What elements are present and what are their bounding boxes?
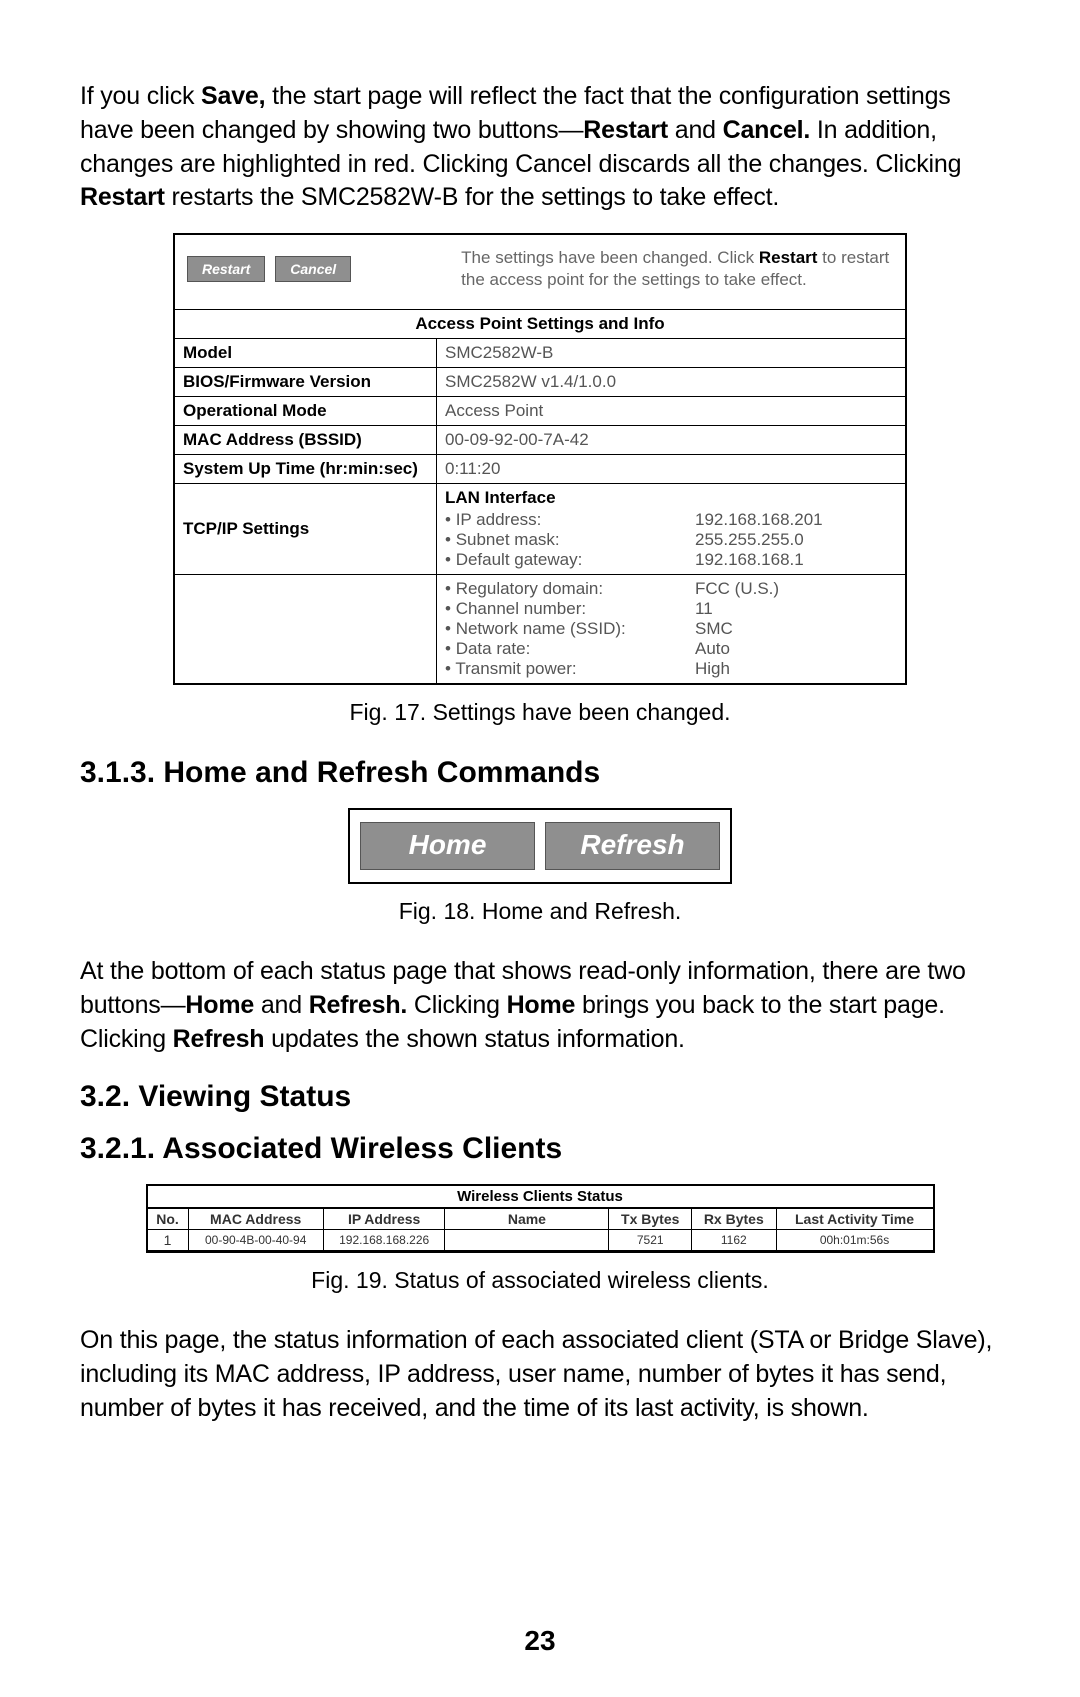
save-word: Save, xyxy=(201,82,265,110)
kv-val: 11 xyxy=(695,599,713,619)
kv-key: Subnet mask: xyxy=(445,530,695,550)
intro-paragraph: If you click Save, the start page will r… xyxy=(80,80,1000,215)
kv-key: Transmit power: xyxy=(445,659,695,679)
row-val: 0:11:20 xyxy=(437,455,906,484)
kv-key: Regulatory domain: xyxy=(445,579,695,599)
text: updates the shown status information. xyxy=(264,1025,684,1053)
row-key: BIOS/Firmware Version xyxy=(175,368,437,397)
kv-val: Auto xyxy=(695,639,730,659)
restart-word: Restart xyxy=(759,248,818,267)
refresh-word: Refresh xyxy=(173,1025,265,1053)
cell: 00-90-4B-00-40-94 xyxy=(188,1230,323,1251)
restart-word: Restart xyxy=(583,116,668,144)
cancel-button[interactable]: Cancel xyxy=(275,256,351,282)
heading-3-2-1: 3.2.1. Associated Wireless Clients xyxy=(80,1132,1000,1166)
kv-val: 255.255.255.0 xyxy=(695,530,804,550)
figure-18: Home Refresh xyxy=(348,808,732,884)
col-mac: MAC Address xyxy=(188,1209,323,1230)
row-val: SMC2582W v1.4/1.0.0 xyxy=(437,368,906,397)
cell xyxy=(445,1230,609,1251)
cancel-word: Cancel. xyxy=(723,116,811,144)
figure-19: Wireless Clients Status No. MAC Address … xyxy=(146,1184,935,1253)
kv-key: IP address: xyxy=(445,510,695,530)
row-key xyxy=(175,575,437,684)
home-refresh-paragraph: At the bottom of each status page that s… xyxy=(80,955,1000,1056)
figure-18-caption: Fig. 18. Home and Refresh. xyxy=(80,898,1000,925)
row-val: Access Point xyxy=(437,397,906,426)
table-row: 1 00-90-4B-00-40-94 192.168.168.226 7521… xyxy=(148,1230,933,1251)
figure-17-caption: Fig. 17. Settings have been changed. xyxy=(80,699,1000,726)
col-last-activity: Last Activity Time xyxy=(776,1209,932,1230)
page-number: 23 xyxy=(0,1625,1080,1657)
text: restarts the SMC2582W-B for the settings… xyxy=(165,183,779,211)
kv-val: FCC (U.S.) xyxy=(695,579,779,599)
table-header-row: No. MAC Address IP Address Name Tx Bytes… xyxy=(148,1209,933,1230)
home-word: Home xyxy=(507,991,576,1019)
text: and xyxy=(254,991,309,1019)
kv-key: Channel number: xyxy=(445,599,695,619)
kv-val: 192.168.168.201 xyxy=(695,510,823,530)
figure-19-caption: Fig. 19. Status of associated wireless c… xyxy=(80,1267,1000,1294)
kv-val: SMC xyxy=(695,619,733,639)
wireless-clients-title: Wireless Clients Status xyxy=(148,1186,933,1208)
text: Clicking xyxy=(407,991,506,1019)
kv-key: Data rate: xyxy=(445,639,695,659)
row-key: System Up Time (hr:min:sec) xyxy=(175,455,437,484)
row-val: SMC2582W-B xyxy=(437,339,906,368)
cell: 7521 xyxy=(609,1230,692,1251)
row-key: Model xyxy=(175,339,437,368)
cell: 192.168.168.226 xyxy=(323,1230,445,1251)
kv-key: Network name (SSID): xyxy=(445,619,695,639)
kv-val: High xyxy=(695,659,730,679)
row-key: Operational Mode xyxy=(175,397,437,426)
col-tx: Tx Bytes xyxy=(609,1209,692,1230)
text: and xyxy=(668,116,723,144)
figure-17: Restart Cancel The settings have been ch… xyxy=(173,233,907,685)
wireless-clients-table: Wireless Clients Status No. MAC Address … xyxy=(148,1186,933,1251)
text: If you click xyxy=(80,82,201,110)
heading-3-2: 3.2. Viewing Status xyxy=(80,1080,1000,1114)
refresh-word: Refresh. xyxy=(309,991,407,1019)
text: The settings have been changed. Click xyxy=(461,248,759,267)
col-rx: Rx Bytes xyxy=(692,1209,777,1230)
closing-paragraph: On this page, the status information of … xyxy=(80,1324,1000,1425)
heading-3-1-3: 3.1.3. Home and Refresh Commands xyxy=(80,756,1000,790)
row-key: MAC Address (BSSID) xyxy=(175,426,437,455)
cell: 1162 xyxy=(692,1230,777,1251)
cell: 00h:01m:56s xyxy=(776,1230,932,1251)
col-no: No. xyxy=(148,1209,189,1230)
restart-button[interactable]: Restart xyxy=(187,256,265,282)
refresh-button[interactable]: Refresh xyxy=(545,822,720,870)
col-name: Name xyxy=(445,1209,609,1230)
cell: 1 xyxy=(148,1230,189,1251)
kv-val: 192.168.168.1 xyxy=(695,550,804,570)
kv-key: Default gateway: xyxy=(445,550,695,570)
settings-table-header: Access Point Settings and Info xyxy=(175,310,905,339)
tcpip-cell: LAN Interface IP address:192.168.168.201… xyxy=(437,484,906,575)
row-val: 00-09-92-00-7A-42 xyxy=(437,426,906,455)
col-ip: IP Address xyxy=(323,1209,445,1230)
home-word: Home xyxy=(185,991,254,1019)
home-button[interactable]: Home xyxy=(360,822,535,870)
settings-table: Access Point Settings and Info ModelSMC2… xyxy=(175,309,905,683)
settings-changed-notice: The settings have been changed. Click Re… xyxy=(351,247,893,291)
wlan-cell: Regulatory domain:FCC (U.S.) Channel num… xyxy=(437,575,906,684)
row-key: TCP/IP Settings xyxy=(175,484,437,575)
restart-word: Restart xyxy=(80,183,165,211)
subheading: LAN Interface xyxy=(445,488,897,508)
